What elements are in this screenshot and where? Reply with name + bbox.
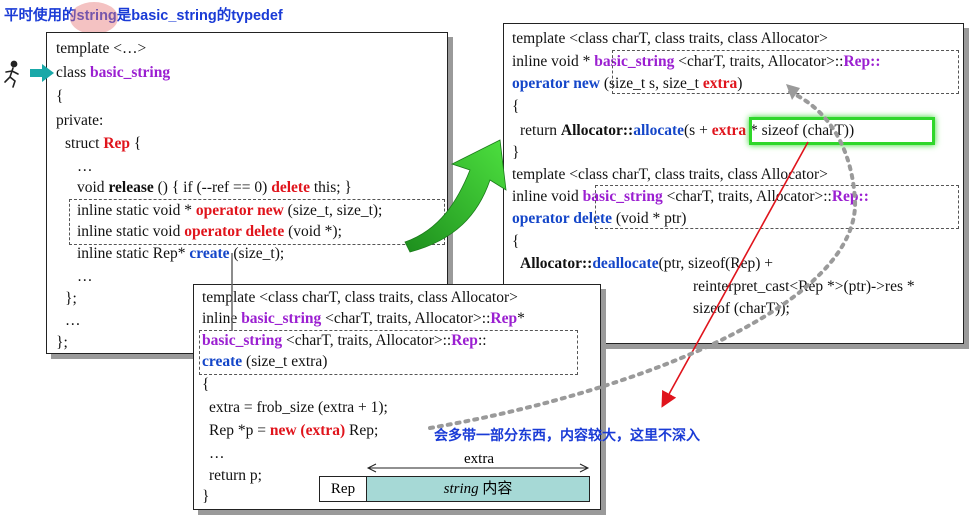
operator-new-highlight [612, 50, 959, 94]
code-line: }; [65, 290, 77, 307]
runner-icon [4, 60, 19, 88]
code-line: return p; [209, 467, 262, 484]
operator-delete-highlight [595, 185, 959, 229]
code-line: Allocator::deallocate(ptr, sizeof(Rep) + [520, 255, 774, 272]
code-line: inline static Rep* create (size_t); [77, 245, 285, 262]
code-line: { [512, 233, 520, 250]
code-line: } [202, 488, 210, 505]
code-line: { [56, 88, 64, 105]
code-line: template <class charT, class traits, cla… [202, 289, 518, 306]
code-line: extra = frob_size (extra + 1); [209, 399, 388, 416]
title-highlight-dot [70, 2, 118, 34]
code-line: … [209, 445, 225, 462]
code-line: template <class charT, class traits, cla… [512, 166, 828, 183]
code-line: }; [56, 334, 68, 351]
create-def-highlight [199, 330, 578, 375]
bottom-code-box: template <class charT, class traits, cla… [193, 284, 601, 510]
code-line: } [512, 144, 520, 161]
rep-cell: Rep [319, 476, 367, 502]
code-line: … [77, 158, 93, 175]
string-content-cell: string 内容 [366, 476, 590, 502]
code-line: { [202, 376, 210, 393]
code-line: reinterpret_cast<Rep *>(ptr)->res * [693, 278, 915, 295]
code-line: void release () { if (--ref == 0) delete… [77, 179, 352, 196]
code-line: Rep *p = new (extra) Rep; [209, 422, 379, 439]
code-line: template <…> [56, 40, 147, 57]
operator-decl-highlight [69, 199, 445, 245]
slide-title: 平时使用的string是basic_string的typedef [4, 4, 283, 25]
code-line: sizeof (charT)); [693, 300, 790, 317]
code-line: { [512, 98, 520, 115]
code-line: class basic_string [56, 64, 171, 81]
code-line: private: [56, 112, 104, 129]
code-line: … [77, 268, 93, 285]
code-line: template <class charT, class traits, cla… [512, 30, 828, 47]
extra-label: extra [464, 451, 494, 467]
code-line: inline basic_string <charT, traits, Allo… [202, 310, 525, 327]
code-line: struct Rep { [65, 135, 142, 152]
code-line: … [65, 312, 81, 329]
extra-size-highlight [749, 117, 935, 145]
title-text: 平时使用的string是basic_string的typedef [4, 8, 283, 24]
note-text: 会多带一部分东西，内容较大，这里不深入 [434, 427, 700, 443]
